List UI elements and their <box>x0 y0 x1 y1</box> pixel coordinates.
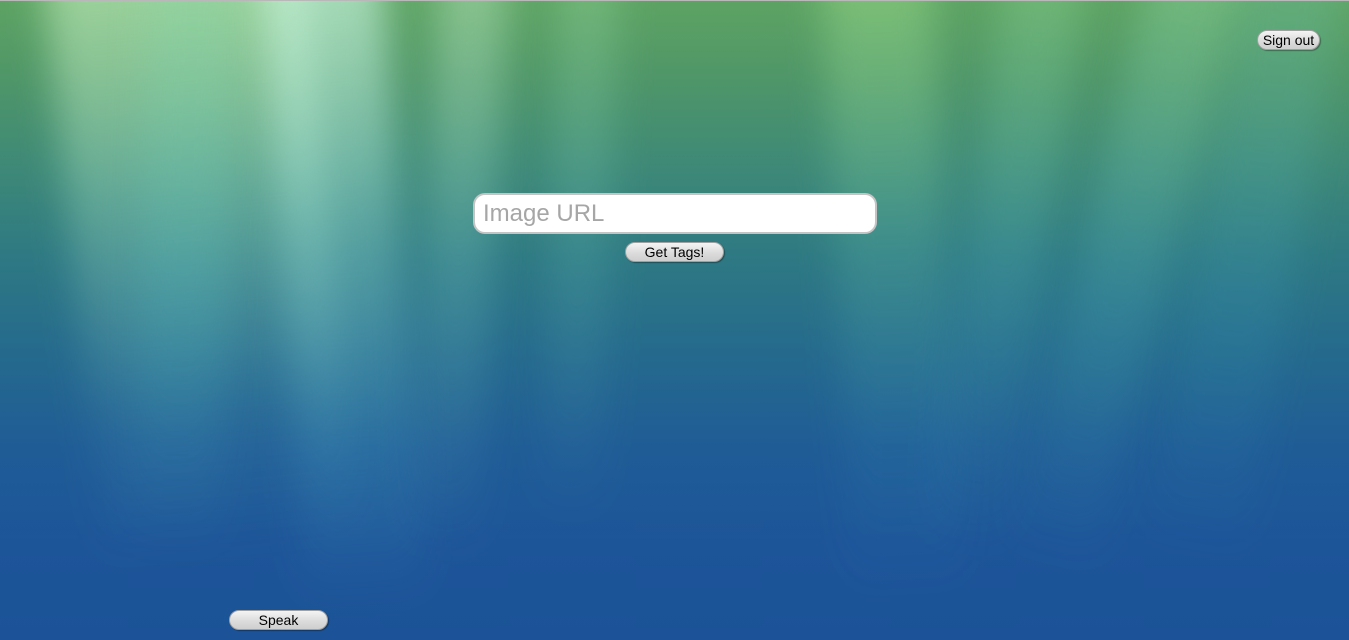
aurora-background <box>0 0 1349 640</box>
sign-out-button[interactable]: Sign out <box>1257 30 1320 50</box>
image-url-input[interactable] <box>473 193 877 234</box>
light-ray <box>534 1 620 640</box>
speak-button[interactable]: Speak <box>229 610 328 630</box>
get-tags-button[interactable]: Get Tags! <box>625 242 724 262</box>
light-ray <box>402 1 510 640</box>
